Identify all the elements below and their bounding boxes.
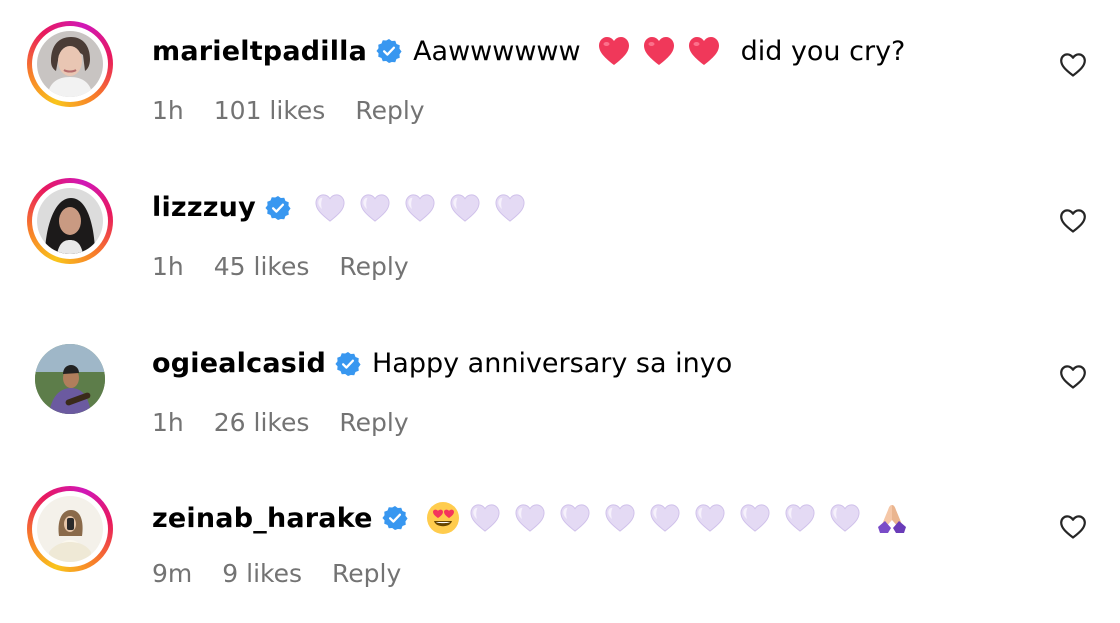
emoji-group [314, 193, 539, 223]
comment-time: 1h [152, 252, 184, 281]
comment-text: Aawwwwww [413, 35, 581, 67]
verified-badge-icon [265, 195, 291, 221]
like-count[interactable]: 101 likes [214, 96, 326, 125]
username[interactable]: lizzzuy [152, 192, 256, 223]
folded-hands-emoji-icon [877, 505, 906, 533]
like-heart-icon[interactable] [1059, 364, 1087, 390]
light-purple-heart-emoji-icon [694, 503, 726, 533]
comment-time: 1h [152, 408, 184, 437]
red-heart-emoji-icon [642, 35, 676, 67]
username[interactable]: ogiealcasid [152, 348, 326, 379]
avatar[interactable] [27, 21, 113, 107]
verified-badge-icon [335, 351, 361, 377]
avatar[interactable] [27, 336, 113, 422]
like-count[interactable]: 26 likes [214, 408, 310, 437]
avatar[interactable] [27, 486, 113, 572]
like-count[interactable]: 9 likes [222, 559, 302, 588]
profile-photo-icon [37, 31, 103, 97]
light-purple-heart-emoji-icon [314, 193, 346, 223]
light-purple-heart-emoji-icon [404, 193, 436, 223]
profile-photo-icon [37, 496, 103, 562]
light-purple-heart-emoji-icon [739, 503, 771, 533]
like-heart-icon[interactable] [1059, 52, 1087, 78]
heart-eyes-emoji-icon [426, 502, 459, 534]
light-purple-heart-emoji-icon [829, 503, 861, 533]
light-purple-heart-emoji-icon [449, 193, 481, 223]
like-count[interactable]: 45 likes [214, 252, 310, 281]
reply-button[interactable]: Reply [355, 96, 424, 125]
avatar[interactable] [27, 178, 113, 264]
reply-button[interactable]: Reply [339, 252, 408, 281]
verified-badge-icon [376, 38, 402, 64]
light-purple-heart-emoji-icon [469, 503, 501, 533]
like-heart-icon[interactable] [1059, 514, 1087, 540]
light-purple-heart-emoji-icon [559, 503, 591, 533]
red-heart-emoji-icon [687, 35, 721, 67]
like-heart-icon[interactable] [1059, 208, 1087, 234]
emoji-group [425, 500, 910, 536]
comment-time: 9m [152, 559, 193, 588]
comment-text-suffix: did you cry? [740, 35, 906, 67]
comment-text: Happy anniversary sa inyo [372, 348, 733, 379]
light-purple-heart-emoji-icon [514, 503, 546, 533]
profile-photo-icon [35, 344, 105, 414]
reply-button[interactable]: Reply [339, 408, 408, 437]
light-purple-heart-emoji-icon [649, 503, 681, 533]
reply-button[interactable]: Reply [332, 559, 401, 588]
profile-photo-icon [37, 188, 103, 254]
emoji-group [597, 35, 741, 67]
verified-badge-icon [382, 505, 408, 531]
red-heart-emoji-icon [597, 35, 631, 67]
comment-time: 1h [152, 96, 184, 125]
light-purple-heart-emoji-icon [604, 503, 636, 533]
light-purple-heart-emoji-icon [359, 193, 391, 223]
light-purple-heart-emoji-icon [494, 193, 526, 223]
username[interactable]: marieltpadilla [152, 36, 367, 67]
light-purple-heart-emoji-icon [784, 503, 816, 533]
username[interactable]: zeinab_harake [152, 503, 373, 534]
